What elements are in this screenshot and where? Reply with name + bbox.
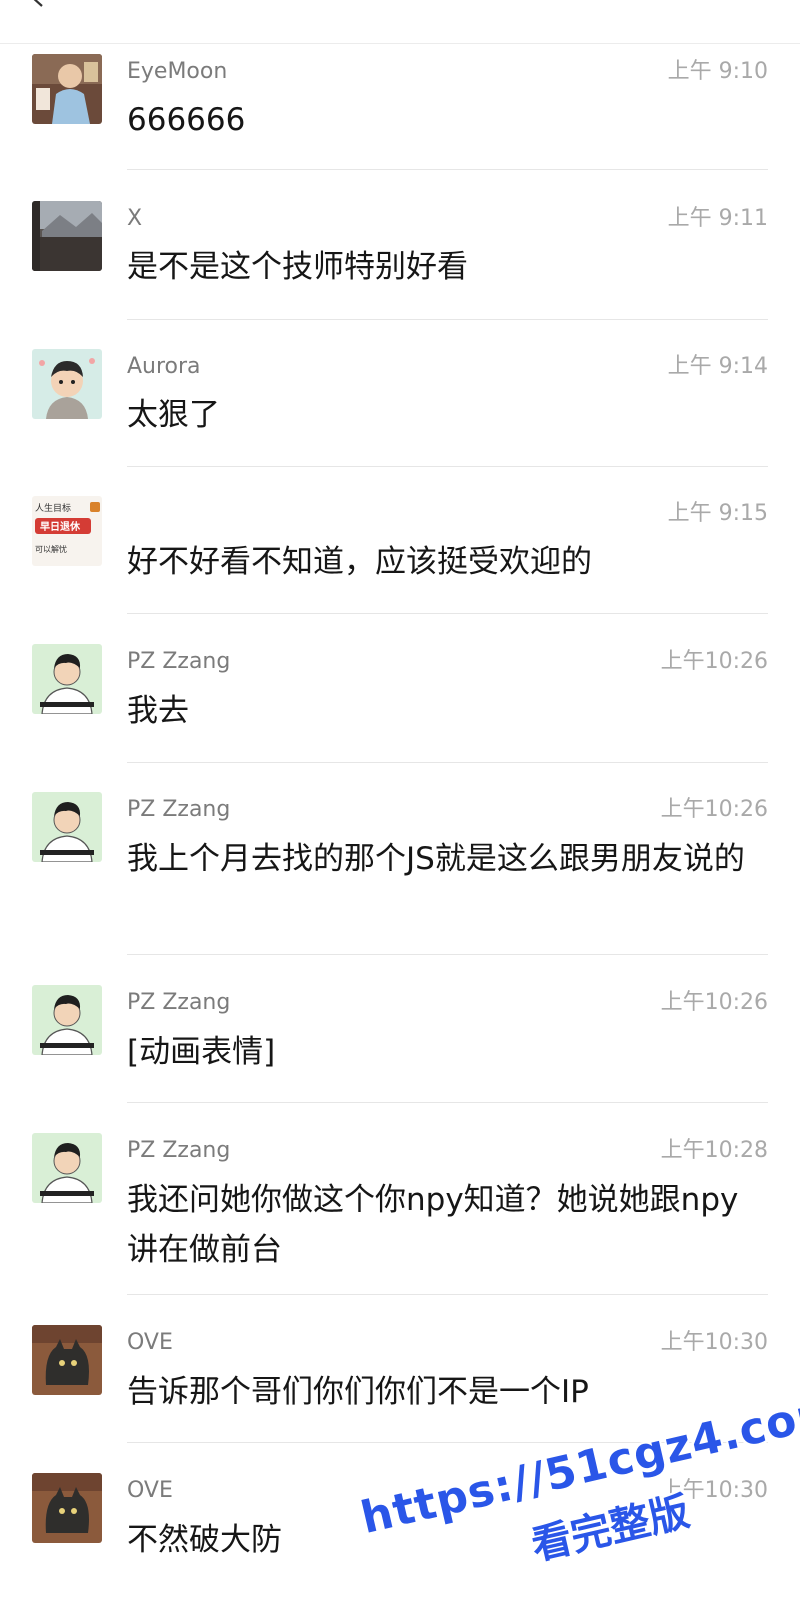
- sender-name: X: [127, 206, 143, 231]
- avatar-cartoon-icon: [32, 985, 102, 1055]
- timestamp: 上午 9:14: [667, 354, 768, 379]
- avatar-cartoon-icon: [32, 1133, 102, 1203]
- message-text: 好不好看不知道，应该挺受欢迎的: [127, 544, 592, 580]
- timestamp: 上午10:30: [660, 1478, 768, 1503]
- timestamp: 上午 9:11: [667, 206, 768, 231]
- message-text: 我上个月去找的那个JS就是这么跟男朋友说的: [127, 841, 745, 877]
- sender-name: OVE: [127, 1478, 173, 1503]
- message-text: 告诉那个哥们你们你们不是一个IP: [127, 1374, 589, 1410]
- avatar-cartoon-icon: [32, 349, 102, 419]
- timestamp: 上午10:26: [660, 649, 768, 674]
- avatar-cartoon-icon: [32, 792, 102, 862]
- avatar[interactable]: [32, 201, 102, 271]
- divider: [127, 319, 768, 320]
- divider: [127, 954, 768, 955]
- divider: [127, 466, 768, 467]
- timestamp: 上午10:26: [660, 990, 768, 1015]
- avatar[interactable]: [32, 1133, 102, 1203]
- sender-name: PZ Zzang: [127, 797, 231, 822]
- avatar[interactable]: [32, 54, 102, 124]
- avatar[interactable]: [32, 792, 102, 862]
- sender-name: PZ Zzang: [127, 649, 231, 674]
- top-bar: [0, 0, 800, 44]
- avatar[interactable]: [32, 349, 102, 419]
- message-text: [动画表情]: [127, 1034, 276, 1070]
- avatar[interactable]: 人生目标 早日退休 可以解忧: [32, 496, 102, 566]
- chevron-left-icon[interactable]: [26, 0, 48, 8]
- timestamp: 上午 9:10: [667, 59, 768, 84]
- avatar-cartoon-icon: [32, 644, 102, 714]
- sender-name: Aurora: [127, 354, 201, 379]
- message-text: 是不是这个技师特别好看: [127, 249, 468, 285]
- sender-name: PZ Zzang: [127, 990, 231, 1015]
- message-text: 不然破大防: [127, 1522, 282, 1558]
- avatar-cat-icon: [32, 1473, 102, 1543]
- avatar[interactable]: [32, 985, 102, 1055]
- timestamp: 上午10:26: [660, 797, 768, 822]
- timestamp: 上午10:28: [660, 1138, 768, 1163]
- avatar-cat-icon: [32, 1325, 102, 1395]
- timestamp: 上午10:30: [660, 1330, 768, 1355]
- divider: [127, 762, 768, 763]
- avatar[interactable]: [32, 1325, 102, 1395]
- divider: [127, 169, 768, 170]
- avatar-landscape-icon: [32, 201, 102, 271]
- avatar-slogan-line: 可以解忧: [35, 544, 67, 554]
- avatar[interactable]: [32, 644, 102, 714]
- message-text: 太狠了: [127, 397, 220, 433]
- message-text: 666666: [127, 102, 246, 138]
- avatar-slogan-line: 早日退休: [40, 520, 81, 533]
- sender-name: PZ Zzang: [127, 1138, 231, 1163]
- message-text: 我去: [127, 693, 189, 729]
- avatar-slogan-icon: 人生目标 早日退休 可以解忧: [32, 496, 102, 566]
- avatar-photo-icon: [32, 54, 102, 124]
- avatar[interactable]: [32, 1473, 102, 1543]
- divider: [127, 1442, 768, 1443]
- message-text: 我还问她你做这个你npy知道？她说她跟npy讲在做前台: [127, 1182, 739, 1268]
- divider: [127, 1294, 768, 1295]
- divider: [127, 613, 768, 614]
- sender-name: OVE: [127, 1330, 173, 1355]
- sender-name: EyeMoon: [127, 59, 228, 84]
- avatar-slogan-line: 人生目标: [35, 502, 71, 514]
- divider: [127, 1102, 768, 1103]
- timestamp: 上午 9:15: [667, 501, 768, 526]
